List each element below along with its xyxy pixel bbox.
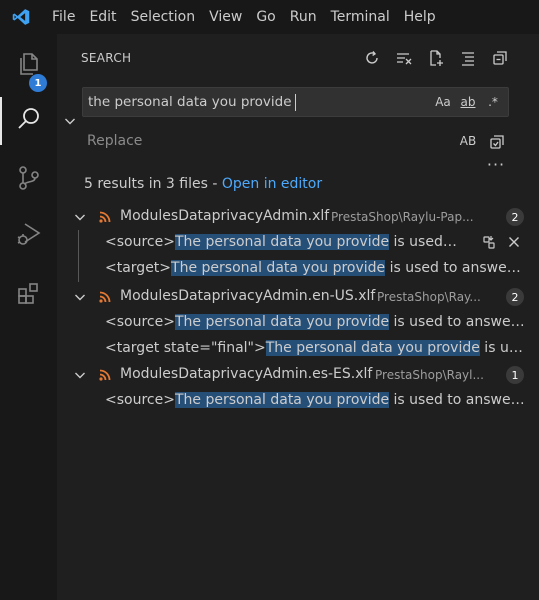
replace-all-button[interactable] (487, 130, 509, 152)
menu-file[interactable]: File (45, 0, 82, 34)
ellipsis-icon: ··· (486, 154, 506, 174)
menu-view[interactable]: View (202, 0, 249, 34)
menu-selection[interactable]: Selection (124, 0, 203, 34)
xml-file-icon (99, 291, 111, 303)
sidebar-header: SEARCH (57, 34, 539, 82)
menu-help[interactable]: Help (397, 0, 443, 34)
chevron-down-icon (65, 118, 75, 125)
match-row[interactable]: <source>The personal data you provide is… (57, 310, 539, 336)
match-row[interactable]: <source>The personal data you provide is… (57, 388, 539, 414)
replace-input[interactable] (87, 126, 417, 156)
replace-all-icon (490, 135, 504, 149)
file-result-row[interactable]: ModulesDataprivacyAdmin.es-ES.xlf Presta… (57, 362, 539, 388)
explorer-button[interactable]: 1 (0, 42, 57, 92)
search-icon (15, 105, 43, 137)
search-field[interactable]: Aa ab .* (82, 87, 509, 117)
file-name: ModulesDataprivacyAdmin.es-ES.xlf (120, 366, 373, 382)
file-path: PrestaShop\Ray... (377, 290, 481, 304)
match-row[interactable]: <target>The personal data you provide is… (57, 256, 539, 282)
file-result-row[interactable]: ModulesDataprivacyAdmin.xlf PrestaShop\R… (57, 204, 539, 230)
collapse-all-button[interactable] (488, 46, 512, 70)
results-count-text: 5 results in 3 files - (84, 176, 222, 192)
view-as-tree-button[interactable] (456, 46, 480, 70)
source-control-icon (15, 164, 43, 196)
match-count-badge: 1 (506, 366, 524, 384)
file-name: ModulesDataprivacyAdmin.en-US.xlf (120, 288, 376, 304)
refresh-button[interactable] (360, 46, 384, 70)
xml-file-icon (99, 211, 111, 223)
file-name: ModulesDataprivacyAdmin.xlf (120, 208, 330, 224)
match-text: <target>The personal data you provide is… (105, 260, 525, 276)
match-text: <target state="final">The personal data … (105, 340, 525, 356)
extensions-icon (15, 280, 43, 312)
clear-all-icon (397, 53, 412, 65)
new-file-icon (430, 50, 443, 66)
match-text: <source>The personal data you provide is… (105, 234, 457, 250)
vscode-logo-icon (0, 0, 42, 34)
match-row[interactable]: <source>The personal data you provide is… (57, 230, 539, 256)
new-search-editor-button[interactable] (424, 46, 448, 70)
clear-results-button[interactable] (392, 46, 416, 70)
more-options-button[interactable]: ··· (485, 154, 507, 174)
file-path: PrestaShop\Raylu-Pap... (331, 210, 474, 224)
refresh-icon (366, 51, 378, 64)
replace-match-button[interactable] (481, 234, 497, 254)
chevron-down-icon (75, 294, 85, 301)
menu-go[interactable]: Go (249, 0, 282, 34)
toggle-replace-button[interactable] (61, 112, 79, 130)
results-summary: 5 results in 3 files - Open in editor (84, 176, 322, 192)
extensions-button[interactable] (0, 272, 57, 320)
open-in-editor-link[interactable]: Open in editor (222, 176, 322, 192)
explorer-badge: 1 (29, 74, 47, 92)
text-caret (295, 94, 296, 111)
close-icon (509, 237, 519, 247)
menu-edit[interactable]: Edit (82, 0, 123, 34)
source-control-button[interactable] (0, 156, 57, 204)
replace-icon (483, 236, 495, 249)
use-regex-toggle[interactable]: .* (482, 91, 504, 113)
dismiss-match-button[interactable] (507, 235, 521, 253)
menu-terminal[interactable]: Terminal (324, 0, 397, 34)
replace-field[interactable]: AB (82, 126, 509, 156)
file-result-row[interactable]: ModulesDataprivacyAdmin.en-US.xlf Presta… (57, 284, 539, 310)
match-count-badge: 2 (506, 288, 524, 306)
preserve-case-toggle[interactable]: AB (457, 130, 479, 152)
chevron-down-icon (75, 214, 85, 221)
search-view-button[interactable] (0, 97, 57, 145)
menu-bar: File Edit Selection View Go Run Terminal… (0, 0, 539, 34)
file-path: PrestaShop\Rayl... (375, 368, 484, 382)
sidebar-title: SEARCH (81, 51, 132, 65)
activity-bar: 1 (0, 34, 57, 600)
match-row[interactable]: <target state="final">The personal data … (57, 336, 539, 362)
search-sidebar: SEARCH the personal data you provide Aa … (57, 34, 539, 600)
match-count-badge: 2 (506, 208, 524, 226)
tree-list-icon (462, 52, 474, 66)
search-input[interactable] (88, 88, 418, 116)
match-text: <source>The personal data you provide is… (105, 392, 525, 408)
match-whole-word-toggle[interactable]: ab (457, 91, 479, 113)
collapse-all-icon (493, 51, 507, 65)
match-case-toggle[interactable]: Aa (432, 91, 454, 113)
chevron-down-icon (75, 372, 85, 379)
run-debug-icon (15, 220, 43, 252)
xml-file-icon (99, 369, 111, 381)
menu-run[interactable]: Run (283, 0, 324, 34)
run-debug-button[interactable] (0, 212, 57, 260)
match-text: <source>The personal data you provide is… (105, 314, 525, 330)
